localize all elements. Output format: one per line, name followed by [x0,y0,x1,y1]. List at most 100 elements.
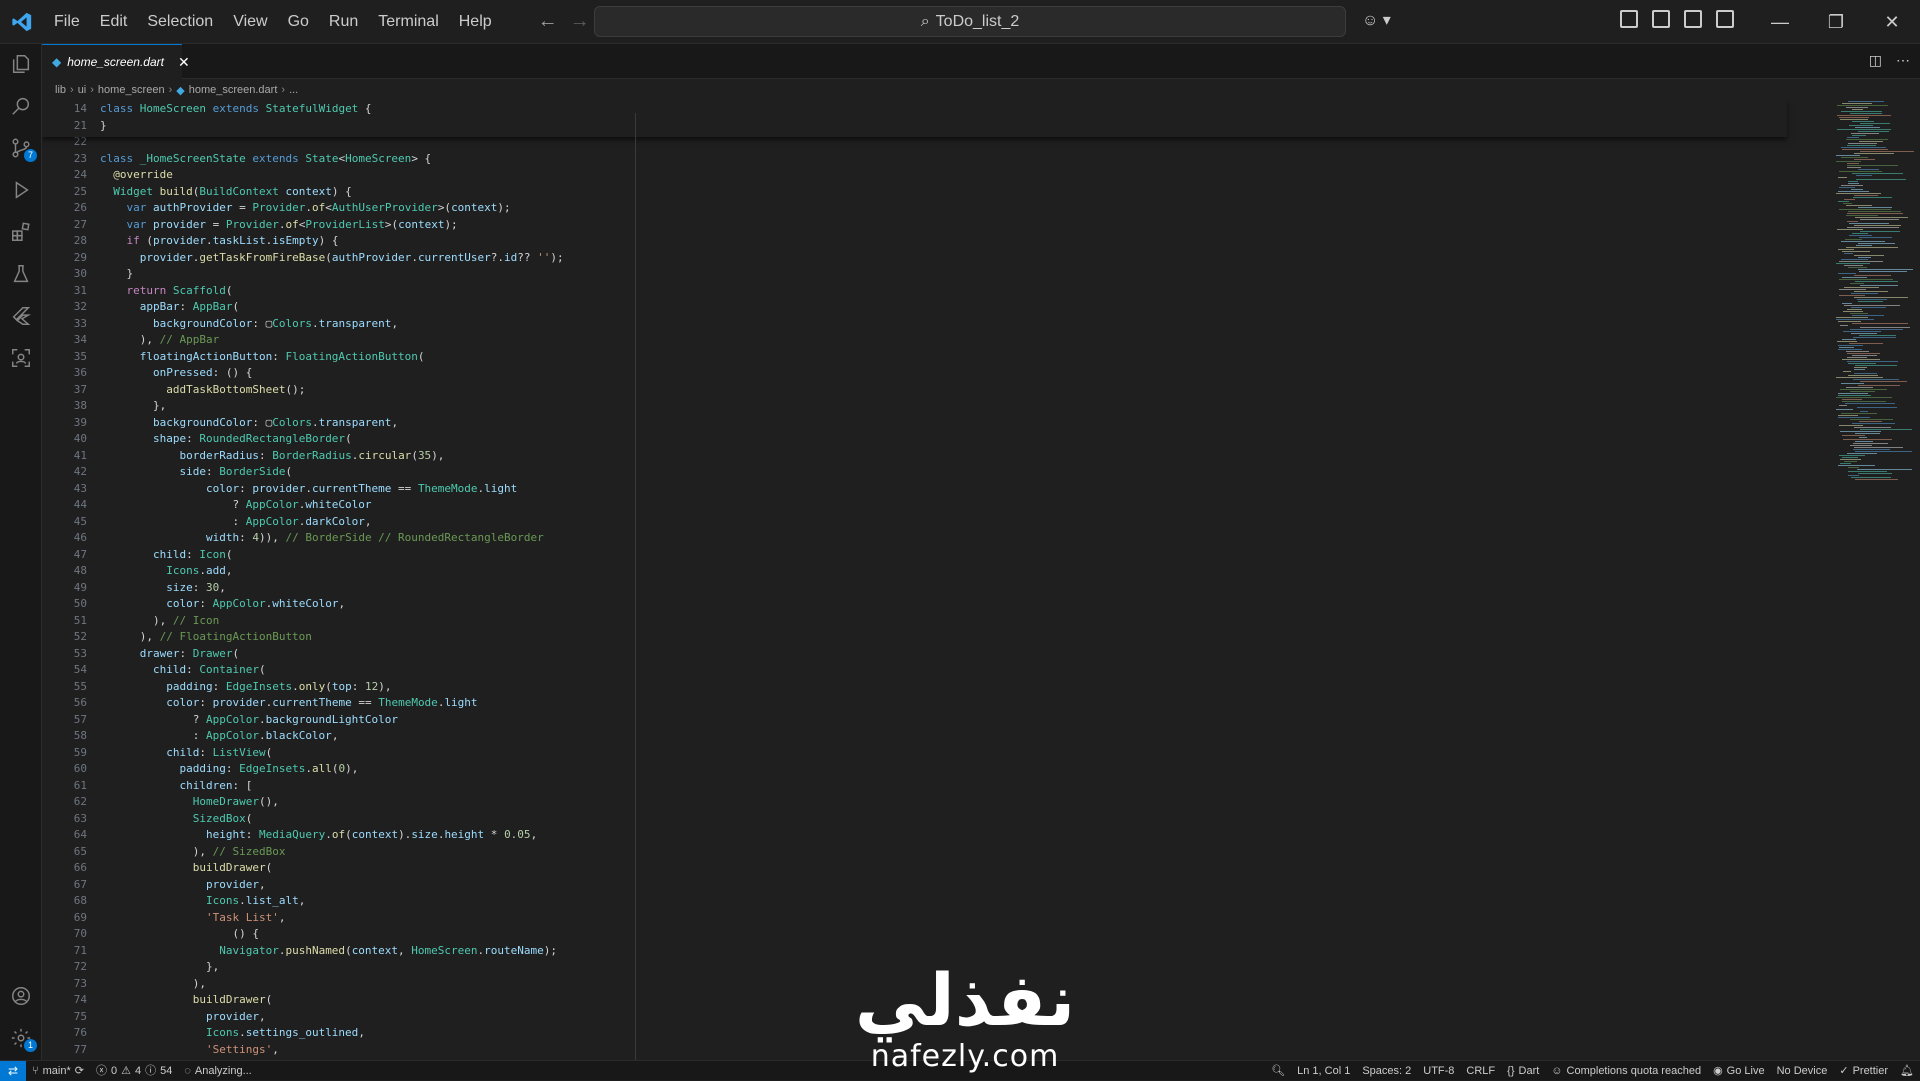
code-line[interactable]: ), // AppBar [100,332,219,349]
breadcrumb-item[interactable]: lib [55,84,66,96]
toggle-secondary-sidebar-icon[interactable] [1716,10,1734,28]
code-line[interactable]: }, [100,959,219,976]
go-live-button[interactable]: ◉ Go Live [1707,1061,1771,1081]
remote-indicator-icon[interactable]: ⇄ [0,1060,26,1081]
code-line[interactable]: ? AppColor.backgroundLightColor [100,712,398,729]
code-line[interactable]: if (provider.taskList.isEmpty) { [100,233,339,250]
code-line[interactable]: 'Settings', [100,1042,279,1059]
menu-view[interactable]: View [223,0,277,44]
prettier-status[interactable]: ✓ Prettier [1833,1061,1894,1081]
close-window-icon[interactable]: ✕ [1864,0,1920,44]
menu-terminal[interactable]: Terminal [368,0,448,44]
code-line[interactable]: color: provider.currentTheme == ThemeMod… [100,481,517,498]
code-line[interactable]: side: BorderSide( [100,464,292,481]
code-line[interactable]: return Scaffold( [100,283,233,300]
language-mode[interactable]: {} Dart [1501,1061,1545,1081]
encoding[interactable]: UTF-8 [1417,1061,1460,1081]
code-line[interactable]: size: 30, [100,580,226,597]
code-line[interactable]: padding: EdgeInsets.only(top: 12), [100,679,391,696]
code-line[interactable]: Icons.list_alt, [100,893,305,910]
menu-selection[interactable]: Selection [137,0,223,44]
code-line[interactable]: borderRadius: BorderRadius.circular(35), [100,448,444,465]
code-line[interactable]: ), // FloatingActionButton [100,629,312,646]
toggle-primary-sidebar-icon[interactable] [1652,10,1670,28]
more-actions-icon[interactable]: ⋯ [1896,52,1910,69]
flutter-icon[interactable] [0,296,42,336]
code-line[interactable]: child: ListView( [100,745,272,762]
tab-home-screen-dart[interactable]: ◆ home_screen.dart ✕ [42,44,190,79]
split-editor-icon[interactable]: ◫ [1869,52,1882,69]
code-line[interactable]: class _HomeScreenState extends State<Hom… [100,151,431,168]
code-line[interactable]: buildDrawer( [100,860,272,877]
branch-indicator[interactable]: ⑂ main* ⟳ [26,1061,90,1081]
code-line[interactable]: color: provider.currentTheme == ThemeMod… [100,695,477,712]
notifications-bell-icon[interactable]: 🔔︎ [1894,1061,1920,1081]
code-line[interactable]: ), // SizedBox [100,844,286,861]
zoom-icon[interactable]: 🔍︎ [1265,1061,1291,1081]
restore-icon[interactable]: ❐ [1808,0,1864,44]
code-line[interactable]: child: Container( [100,662,266,679]
code-line[interactable]: SizedBox( [100,811,253,828]
close-tab-icon[interactable]: ✕ [178,54,190,71]
remote-explorer-icon[interactable] [0,338,42,378]
menu-file[interactable]: File [44,0,90,44]
end-of-line[interactable]: CRLF [1460,1061,1501,1081]
device-selector[interactable]: No Device [1771,1061,1834,1081]
breadcrumb-item[interactable]: ui [78,84,87,96]
code-line[interactable]: : AppColor.blackColor, [100,728,339,745]
code-line[interactable]: addTaskBottomSheet(); [100,382,305,399]
copilot-status[interactable]: ☺ Completions quota reached [1545,1061,1707,1081]
code-line[interactable]: Icons.settings_outlined, [100,1025,365,1042]
code-line[interactable]: HomeDrawer(), [100,794,279,811]
code-area[interactable]: class HomeScreen extends StatefulWidget … [100,101,1800,1060]
code-line[interactable]: : AppColor.darkColor, [100,514,371,531]
menu-go[interactable]: Go [278,0,319,44]
code-line[interactable]: } [100,266,133,283]
problems-indicator[interactable]: ⓧ 0 ⚠ 4 ⓘ 54 [90,1061,178,1081]
indentation[interactable]: Spaces: 2 [1356,1061,1417,1081]
code-line[interactable]: provider, [100,1009,266,1026]
code-line[interactable]: onPressed: () { [100,365,252,382]
code-line[interactable]: height: MediaQuery.of(context).size.heig… [100,827,537,844]
cursor-position[interactable]: Ln 1, Col 1 [1291,1061,1356,1081]
code-line[interactable]: floatingActionButton: FloatingActionButt… [100,349,425,366]
code-line[interactable]: }, [100,398,166,415]
code-line[interactable]: Widget build(BuildContext context) { [100,184,351,201]
code-line[interactable]: var authProvider = Provider.of<AuthUserP… [100,200,511,217]
back-arrow-icon[interactable]: ← [532,10,564,33]
code-line[interactable]: ? AppColor.whiteColor [100,497,371,514]
code-line[interactable]: 'Task List', [100,910,285,927]
settings-gear-icon[interactable]: 1 [0,1018,42,1058]
minimap[interactable] [1836,101,1920,501]
account-icon[interactable] [0,976,42,1016]
code-line[interactable]: backgroundColor: ▢Colors.transparent, [100,415,398,432]
explorer-icon[interactable] [0,44,42,84]
code-line[interactable]: ), [100,976,206,993]
code-line[interactable]: () { [100,926,259,943]
menu-run[interactable]: Run [319,0,368,44]
extensions-icon[interactable] [0,212,42,252]
code-line[interactable]: backgroundColor: ▢Colors.transparent, [100,316,398,333]
breadcrumb-item[interactable]: home_screen [98,84,165,96]
breadcrumb-item[interactable]: ... [289,84,298,96]
code-line[interactable]: provider, [100,877,266,894]
code-line[interactable]: @override [100,167,173,184]
code-line[interactable]: shape: RoundedRectangleBorder( [100,431,352,448]
code-line[interactable]: Icons.add, [100,563,232,580]
command-center-search[interactable]: ⌕ ToDo_list_2 [594,6,1346,37]
testing-icon[interactable] [0,254,42,294]
menu-edit[interactable]: Edit [90,0,138,44]
code-line[interactable]: var provider = Provider.of<ProviderList>… [100,217,458,234]
code-line[interactable]: class HomeScreen extends StatefulWidget … [100,101,372,118]
code-line[interactable]: Navigator.pushNamed(context, HomeScreen.… [100,943,557,960]
code-line[interactable]: width: 4)), // BorderSide // RoundedRect… [100,530,544,547]
code-line[interactable]: drawer: Drawer( [100,646,239,663]
code-line[interactable]: ), // Icon [100,613,219,630]
search-icon[interactable] [0,86,42,126]
sync-icon[interactable]: ⟳ [75,1061,84,1081]
breadcrumb-item[interactable]: home_screen.dart [189,84,278,96]
forward-arrow-icon[interactable]: → [564,10,596,33]
code-line[interactable]: color: AppColor.whiteColor, [100,596,345,613]
code-line[interactable]: } [100,118,107,135]
customize-layout-icon[interactable] [1620,10,1638,28]
